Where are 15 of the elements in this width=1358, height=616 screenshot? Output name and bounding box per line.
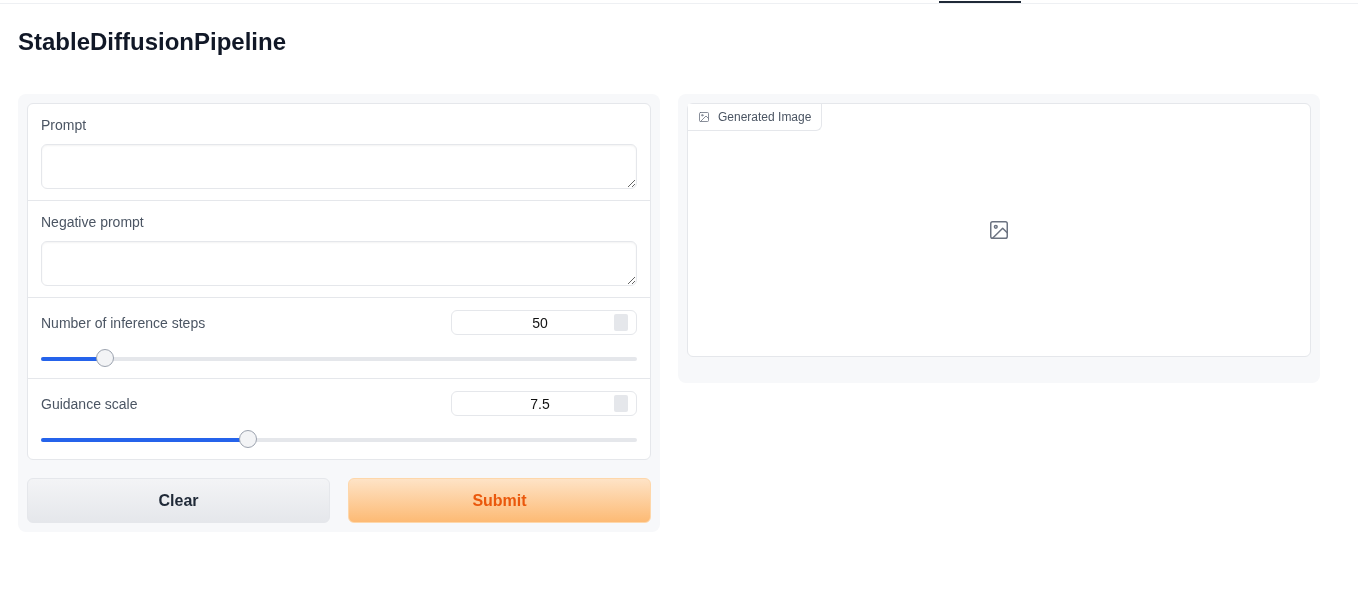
image-icon (698, 111, 710, 123)
slider-thumb[interactable] (238, 430, 257, 448)
field-label: Prompt (41, 117, 87, 133)
prompt-field[interactable] (41, 144, 637, 189)
field-label: Number of inference steps (41, 314, 206, 331)
slider-thumb[interactable] (95, 349, 114, 367)
number-field[interactable]: 50 (451, 310, 637, 335)
number-field[interactable]: 7.5 (451, 391, 637, 416)
label-text: Generated Image (718, 110, 812, 124)
field-label: Guidance scale (41, 395, 138, 412)
page-title: StableDiffusionPipeline (17, 27, 288, 57)
clear-button[interactable]: Clear (27, 478, 330, 523)
field-label: Negative prompt (41, 214, 144, 230)
image-placeholder-icon (988, 219, 1010, 241)
prompt-field[interactable] (41, 241, 637, 286)
